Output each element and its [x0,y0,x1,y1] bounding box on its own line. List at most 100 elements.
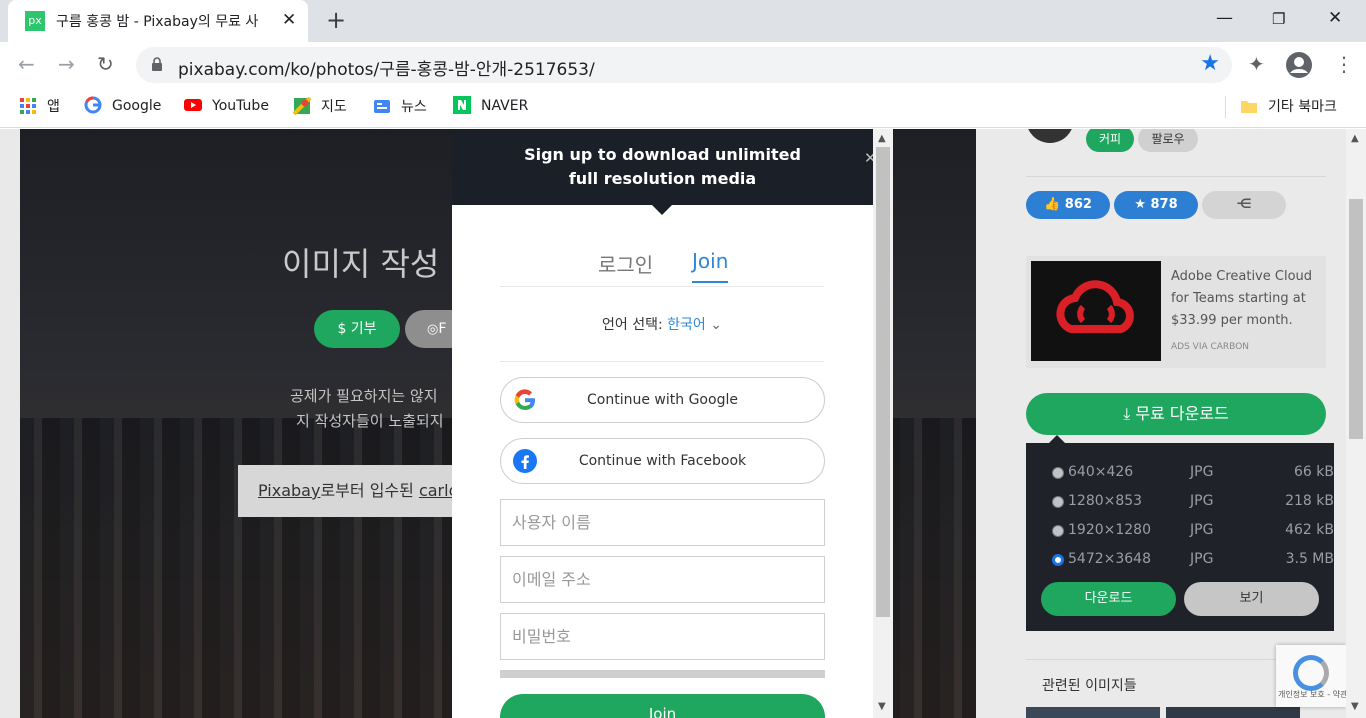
option-size: 66 kB [1294,464,1334,480]
banner-line-1: Sign up to download unlimited [524,145,801,164]
credit-box: Pixabay로부터 입수된 carlo [238,465,478,517]
window-close-icon[interactable]: ✕ [1328,8,1342,28]
signup-modal: Sign up to download unlimited full resol… [452,129,877,718]
related-thumbnail[interactable] [1166,707,1300,718]
related-thumbnail[interactable] [1026,707,1160,718]
bookmark-label: Google [112,98,162,114]
recaptcha-badge[interactable]: 개인정보 보호 - 약관 [1276,645,1347,707]
download-option-row[interactable]: 1280×853 JPG 218 kB [1052,493,1334,513]
related-images-heading: 관련된 이미지들 [1042,678,1137,694]
page-scrollbar[interactable]: ▲ ▼ [1346,129,1366,718]
bookmarks-bar: 앱 Google YouTube 지도 뉴스 NAVER 기타 북마크 [0,88,1366,128]
continue-with-google-button[interactable]: Continue with Google [500,377,825,423]
bookmark-google[interactable]: Google [84,96,161,114]
carbon-ad[interactable]: Adobe Creative Cloud for Teams starting … [1026,256,1326,368]
option-format: JPG [1190,522,1214,538]
scroll-thumb[interactable] [1349,199,1363,439]
bookmark-maps[interactable]: 지도 [293,96,347,116]
like-button[interactable]: 👍 862 [1026,191,1110,219]
size-radio-selected[interactable] [1052,554,1064,566]
language-selector[interactable]: 언어 선택: 한국어 ⌄ [500,314,824,334]
pixabay-favicon-icon: px [25,11,45,31]
youtube-icon [184,99,202,111]
google-button-label: Continue with Google [587,392,738,408]
download-option-row[interactable]: 5472×3648 JPG 3.5 MB [1052,551,1334,571]
follow-user-button[interactable]: 팔로우 [1138,129,1198,152]
password-field[interactable]: 비밀번호 [500,613,825,660]
option-size: 218 kB [1285,493,1334,509]
favorite-count: 878 [1150,197,1178,212]
size-radio[interactable] [1052,496,1064,508]
share-button[interactable]: ⋲ [1202,191,1286,219]
ad-image [1031,261,1161,361]
extensions-icon[interactable]: ✦ [1248,52,1265,76]
minimize-icon[interactable]: — [1216,8,1233,28]
size-radio[interactable] [1052,467,1064,479]
chevron-down-icon: ⌄ [710,317,722,333]
naver-icon [453,96,471,114]
download-submit-button[interactable]: 다운로드 [1041,582,1176,616]
view-button[interactable]: 보기 [1184,582,1319,616]
download-option-row[interactable]: 1920×1280 JPG 462 kB [1052,522,1334,542]
donate-button[interactable]: $ 기부 [314,310,400,348]
option-format: JPG [1190,551,1214,567]
username-field[interactable]: 사용자 이름 [500,499,825,546]
google-icon [514,389,535,411]
avatar[interactable] [1026,129,1074,143]
option-resolution: 1280×853 [1068,493,1143,509]
address-bar[interactable]: pixabay.com/ko/photos/구름-홍콩-밤-안개-2517653… [136,47,1232,83]
size-radio[interactable] [1052,525,1064,537]
bookmark-label: YouTube [212,98,269,114]
bookmark-divider [1225,96,1226,118]
bookmark-label: 기타 북마크 [1268,99,1337,115]
bookmark-youtube[interactable]: YouTube [184,96,269,114]
scroll-up-icon[interactable]: ▲ [878,133,886,144]
bookmark-other-folder[interactable]: 기타 북마크 [1240,96,1337,116]
ad-text: Adobe Creative Cloud for Teams starting … [1171,269,1313,328]
scroll-up-icon[interactable]: ▲ [1351,133,1359,144]
hero-paragraph-line-1: 공제가 필요하지는 않지 [290,387,438,405]
modal-scrollbar[interactable]: ▲ ▼ [873,129,893,718]
captcha-placeholder-bar [500,670,825,678]
profile-icon[interactable] [1285,51,1313,79]
forward-icon[interactable]: → [58,52,75,76]
thumbs-up-icon: 👍 [1044,197,1061,212]
language-value: 한국어 [667,317,706,333]
continue-with-facebook-button[interactable]: Continue with Facebook [500,438,825,484]
tab-login[interactable]: 로그인 [598,249,653,278]
option-resolution: 1920×1280 [1068,522,1151,538]
tab-join[interactable]: Join [692,249,729,283]
bookmark-apps[interactable]: 앱 [19,96,60,116]
option-format: JPG [1190,493,1214,509]
scroll-down-icon[interactable]: ▼ [878,701,886,712]
recaptcha-icon [1293,655,1329,691]
maximize-icon[interactable]: ❐ [1272,10,1285,28]
bookmark-naver[interactable]: NAVER [453,96,528,114]
new-tab-icon[interactable]: + [326,6,346,34]
download-options-panel: 640×426 JPG 66 kB 1280×853 JPG 218 kB 19… [1026,435,1334,631]
adobe-creative-cloud-icon [1056,280,1134,333]
option-resolution: 640×426 [1068,464,1134,480]
folder-icon [1241,101,1257,113]
hero-paragraph-line-2: 지 작성자들이 노출되지 [296,412,444,430]
tab-close-icon[interactable]: ✕ [282,10,296,30]
scroll-down-icon[interactable]: ▼ [1351,701,1359,712]
back-icon[interactable]: ← [18,52,35,76]
tab-strip: px 구름 홍콩 밤 - Pixabay의 무료 사 ✕ + — ❐ ✕ [0,0,1366,42]
favorite-button[interactable]: ★ 878 [1114,191,1198,219]
join-button[interactable]: Join [500,694,825,718]
pixabay-link[interactable]: Pixabay [258,481,320,500]
bookmark-news[interactable]: 뉴스 [373,96,427,116]
reload-icon[interactable]: ↻ [97,52,114,76]
download-option-row[interactable]: 640×426 JPG 66 kB [1052,464,1334,484]
menu-icon[interactable]: ⋮ [1334,52,1354,76]
tab-title: 구름 홍콩 밤 - Pixabay의 무료 사 [56,14,259,30]
browser-tab[interactable]: px 구름 홍콩 밤 - Pixabay의 무료 사 ✕ [8,0,308,42]
bookmark-star-icon[interactable]: ★ [1200,51,1220,76]
email-field[interactable]: 이메일 주소 [500,556,825,603]
scroll-thumb[interactable] [876,147,890,617]
free-download-button[interactable]: ⤓ 무료 다운로드 [1026,393,1326,435]
coffee-button[interactable]: 커피 [1086,129,1134,152]
apps-grid-icon [20,98,36,114]
instagram-icon: ◎ [427,322,439,337]
